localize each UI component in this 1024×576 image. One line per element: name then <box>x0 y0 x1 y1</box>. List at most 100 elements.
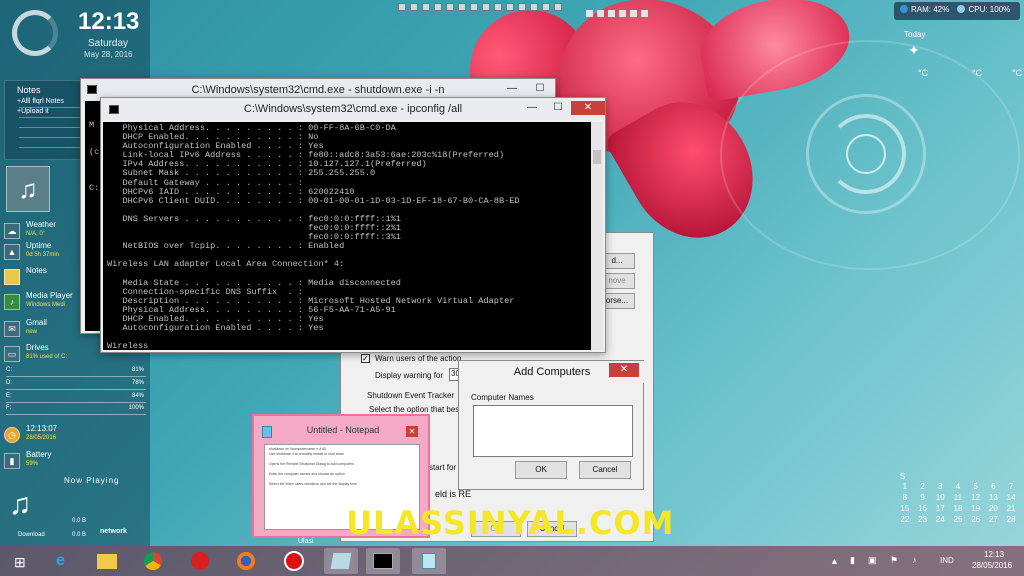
drive-icon: ▭ <box>4 346 20 362</box>
console-line: Wireless <box>107 341 149 350</box>
weather-title: Weather <box>26 220 57 229</box>
folder-icon <box>97 554 117 569</box>
console-line: DHCPv6 Client DUID. . . . . . . . : 00-0… <box>107 195 520 206</box>
quicklaunch-icon[interactable] <box>398 3 406 11</box>
quicklaunch-icon[interactable] <box>422 3 430 11</box>
notepad-icon <box>262 426 272 438</box>
quicklaunch-icon[interactable] <box>554 3 562 11</box>
ie-button[interactable]: e <box>48 548 82 574</box>
ok-button[interactable]: OK <box>515 461 567 479</box>
note-item[interactable]: +Upload it <box>17 108 49 115</box>
quicklaunch-icon[interactable] <box>506 3 514 11</box>
taskbar-time[interactable]: 12:13 <box>984 550 1004 559</box>
chrome-icon <box>144 552 162 570</box>
cancel-button[interactable]: Cancel <box>579 461 631 479</box>
tracker-text: Select the option that bes <box>369 405 460 414</box>
top-control-icons[interactable] <box>586 4 676 17</box>
clock-day: Saturday <box>88 38 129 49</box>
maximize-button[interactable]: ☐ <box>527 82 553 96</box>
media-player-title: Media Player <box>26 291 73 300</box>
tray-arrow-icon[interactable]: ▲ <box>830 556 839 566</box>
network-widget: network Download 0.0 B 0.0 B <box>0 518 150 546</box>
music-note-icon[interactable]: ♫ <box>6 166 50 212</box>
clock-date: May 28, 2016 <box>84 50 133 59</box>
quicklaunch-icon[interactable] <box>482 3 490 11</box>
drive-label: F: <box>6 405 12 411</box>
recorder-button[interactable] <box>278 548 312 574</box>
network-tray-icon[interactable]: ▣ <box>868 555 877 566</box>
flag-tray-icon[interactable]: ⚑ <box>890 555 898 566</box>
cpu-icon <box>957 5 966 13</box>
taskbar-date[interactable]: 28/05/2016 <box>972 561 1012 570</box>
control-icon[interactable] <box>586 10 593 17</box>
control-icon[interactable] <box>630 10 637 17</box>
chrome-button[interactable] <box>136 548 170 574</box>
watermark-text: ULASSINYAL.COM <box>346 504 675 542</box>
quicklaunch-icon[interactable] <box>458 3 466 11</box>
tray-icon[interactable]: ▮ <box>850 555 855 566</box>
music-note-icon[interactable]: ♫ <box>4 488 36 524</box>
close-button[interactable]: ✕ <box>609 363 639 377</box>
notes-title: Notes <box>26 266 47 275</box>
clock2-widget[interactable]: ◷ 12:13:07 28/05/2016 <box>0 424 150 446</box>
notepad-button[interactable] <box>412 548 446 574</box>
drive-label: D: <box>6 380 12 386</box>
shutdown-cmd-title: C:\Windows\system32\cmd.exe - shutdown.e… <box>191 84 445 96</box>
quicklaunch-icon[interactable] <box>530 3 538 11</box>
quicklaunch-icon[interactable] <box>542 3 550 11</box>
battery-widget[interactable]: ▮ Battery 59% <box>0 450 150 472</box>
quicklaunch-icon[interactable] <box>494 3 502 11</box>
ipconfig-cmd-window[interactable]: C:\Windows\system32\cmd.exe - ipconfig /… <box>100 97 606 353</box>
drive-label: C: <box>6 367 12 373</box>
warn-checkbox[interactable]: ✓ <box>361 354 370 363</box>
drive-pct: 100% <box>128 405 144 411</box>
uptime-value: 0d 5h 37min <box>26 252 60 258</box>
warn-label: Warn users of the action <box>375 354 462 363</box>
firefox-button[interactable] <box>230 548 264 574</box>
volume-icon[interactable]: ♪ <box>912 555 917 565</box>
media-player-icon: ♪ <box>4 294 20 310</box>
quicklaunch-icon[interactable] <box>470 3 478 11</box>
maximize-button[interactable]: ☐ <box>545 101 571 115</box>
file-explorer-button[interactable] <box>90 548 124 574</box>
system-monitor[interactable]: RAM: 42% CPU: 100% <box>894 2 1020 20</box>
computer-names-input[interactable] <box>473 405 633 457</box>
drive-bar <box>6 414 146 415</box>
add-computers-dialog[interactable]: Add Computers ✕ Computer Names OK Cancel <box>458 360 645 490</box>
drive-row: E: 84% <box>6 393 146 403</box>
note-item[interactable]: +Alll flqrl Notes <box>17 98 64 105</box>
cmd-icon <box>373 553 393 569</box>
control-icon[interactable] <box>597 10 604 17</box>
language-indicator[interactable]: IND <box>940 556 954 565</box>
control-icon[interactable] <box>619 10 626 17</box>
console-line: Autoconfiguration Enabled . . . . : Yes <box>107 323 324 334</box>
ipconfig-console[interactable]: Physical Address. . . . . . . . . : 00-F… <box>103 122 591 350</box>
close-button[interactable]: ✕ <box>571 101 605 115</box>
download-value: 0.0 B <box>72 532 87 538</box>
minimize-button[interactable]: — <box>519 101 545 115</box>
temp-label: °C <box>1012 68 1023 78</box>
scrollbar-thumb[interactable] <box>593 150 601 164</box>
console-scrollbar[interactable] <box>591 122 603 350</box>
quicklaunch-icon[interactable] <box>434 3 442 11</box>
start-button[interactable]: ⊞ <box>6 548 40 574</box>
drives-title: Drives <box>26 343 49 352</box>
shutdown-tool-button[interactable] <box>324 548 358 574</box>
media-button[interactable] <box>184 548 218 574</box>
top-quicklaunch-bar[interactable] <box>396 0 606 14</box>
close-button[interactable]: ✕ <box>406 426 418 437</box>
quicklaunch-icon[interactable] <box>518 3 526 11</box>
quicklaunch-icon[interactable] <box>410 3 418 11</box>
control-icon[interactable] <box>641 10 648 17</box>
quicklaunch-icon[interactable] <box>446 3 454 11</box>
uptime-title: Uptime <box>26 241 52 250</box>
notepad-title: Untitled - Notepad <box>306 425 380 435</box>
minimize-button[interactable]: — <box>499 82 525 96</box>
control-icon[interactable] <box>608 10 615 17</box>
notepad-text: shutdown /m \\computername /r /t 60 Use … <box>269 447 357 486</box>
drive-bar <box>6 402 146 403</box>
cmd-button[interactable] <box>366 548 400 574</box>
calendar-widget[interactable]: S 1234567 8 9 10 11 12 13 14 15 16 17 18 19 20 21 22… <box>896 472 1020 548</box>
drive-bar <box>6 389 146 390</box>
